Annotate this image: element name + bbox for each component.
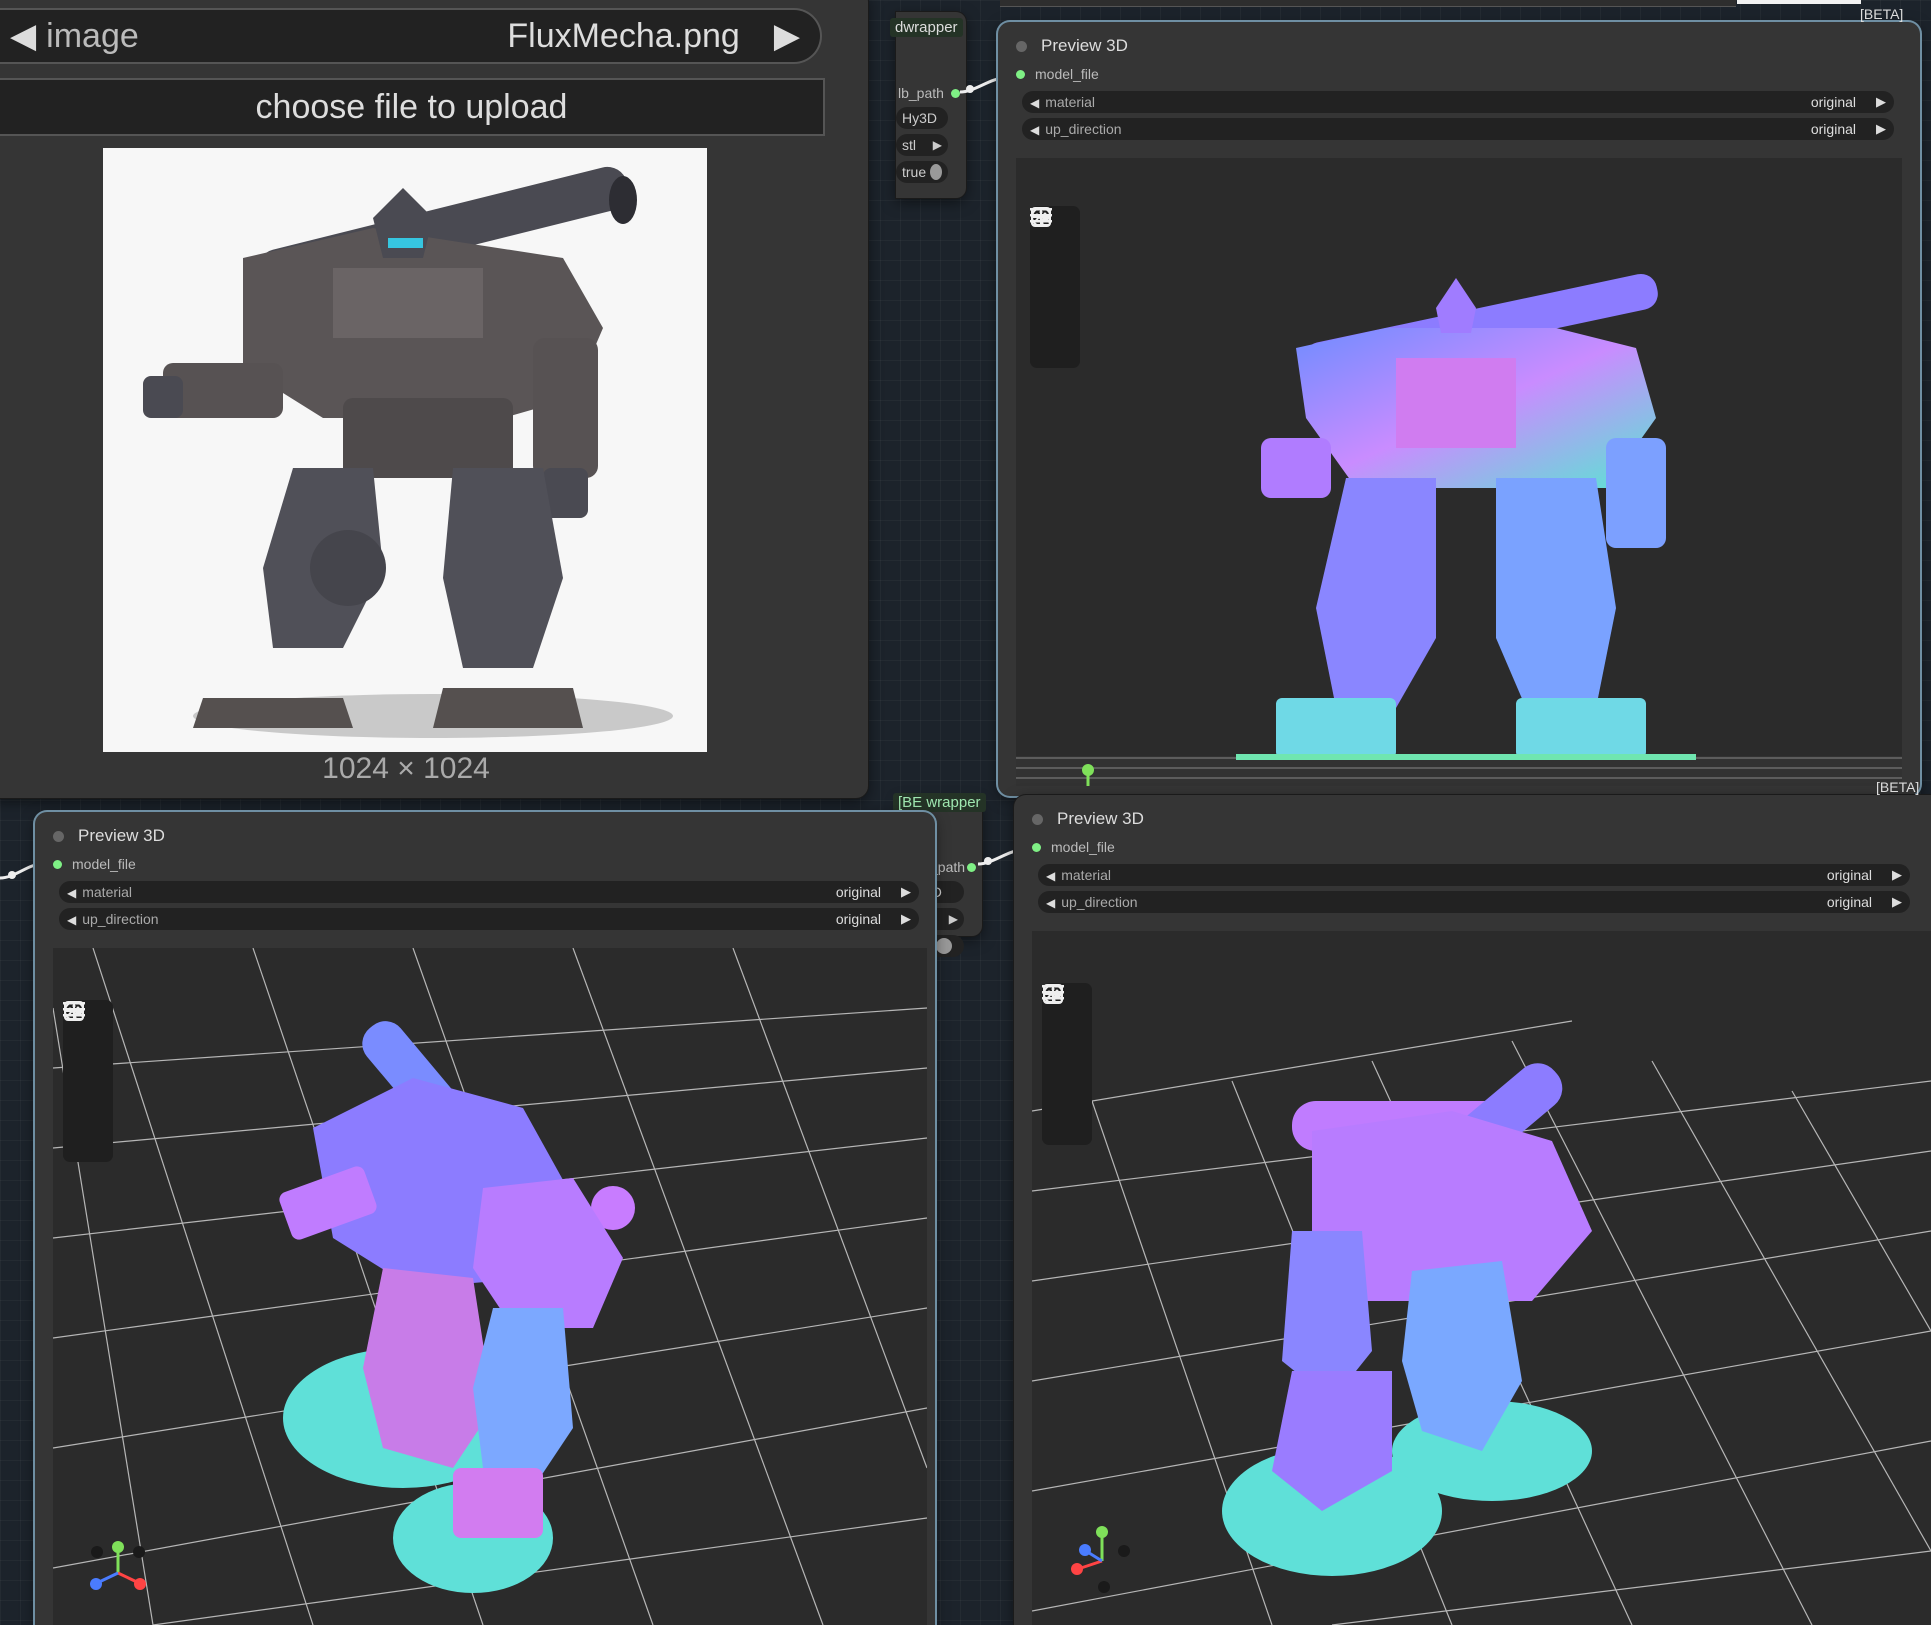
axis-gizmo-icon[interactable] xyxy=(1062,1521,1142,1611)
image-combo[interactable]: ◀ image FluxMecha.png ▶ xyxy=(0,8,822,64)
mecha-reference-image xyxy=(103,148,707,752)
image-icon[interactable] xyxy=(1043,985,1082,1134)
wrapper-top-combo-2[interactable]: stl ▶ xyxy=(896,134,948,156)
model-file-label: model_file xyxy=(1051,839,1115,855)
up-direction-combo-label: up_direction xyxy=(1046,894,1827,910)
node-title-bar[interactable]: Preview 3D xyxy=(1016,36,1128,56)
model-file-input[interactable]: model_file xyxy=(53,856,136,872)
node-title-bar[interactable]: Preview 3D xyxy=(53,826,165,846)
preview-3d-node-2[interactable]: Preview 3D model_file material original … xyxy=(35,812,935,1625)
grid-icon[interactable] xyxy=(1043,984,1082,1061)
up-direction-combo-value: original xyxy=(835,911,881,927)
arrow-right-icon[interactable]: ▶ xyxy=(933,138,942,152)
image-icon[interactable] xyxy=(64,1002,103,1151)
material-combo[interactable]: material original ▶ xyxy=(59,881,919,903)
arrow-right-icon[interactable]: ▶ xyxy=(949,912,958,926)
up-direction-combo[interactable]: up_direction original ▶ xyxy=(59,908,919,930)
material-combo-value: original xyxy=(1810,94,1856,110)
image-icon[interactable] xyxy=(1031,208,1070,357)
model-file-label: model_file xyxy=(72,856,136,872)
arrow-right-icon[interactable]: ▶ xyxy=(901,884,911,900)
arrow-right-icon[interactable]: ▶ xyxy=(1892,867,1902,883)
wrapper-node-bottom-title: [BE wrapper xyxy=(893,793,986,812)
toggle-knob[interactable] xyxy=(935,938,952,954)
node-title: Preview 3D xyxy=(1057,809,1144,828)
viewport-toolbar xyxy=(63,1000,113,1162)
material-combo[interactable]: material original ▶ xyxy=(1038,864,1910,886)
image-combo-value: FluxMecha.png xyxy=(507,16,740,55)
wrapper-top-combo-1-value: Hy3D xyxy=(902,110,938,126)
link-dot[interactable] xyxy=(53,859,62,869)
material-combo-value: original xyxy=(1826,867,1872,883)
wrapper-top-combo-2-value: stl xyxy=(902,137,916,153)
model-file-label: model_file xyxy=(1035,66,1099,82)
up-direction-combo-label: up_direction xyxy=(67,911,836,927)
node-status-dot xyxy=(53,830,64,842)
wrapper-top-combo-1[interactable]: Hy3D xyxy=(896,107,948,129)
arrow-right-icon[interactable]: ▶ xyxy=(901,911,911,927)
arrow-right-icon[interactable]: ▶ xyxy=(1892,894,1902,910)
top-edge-bar xyxy=(1737,0,1861,4)
node-title-bar[interactable]: Preview 3D xyxy=(1032,809,1144,829)
3d-viewport[interactable] xyxy=(1016,158,1902,786)
image-combo-label: image xyxy=(46,16,139,55)
wrapper-bottom-input-label: _path xyxy=(930,859,966,875)
palette-icon[interactable] xyxy=(1031,206,1070,320)
3d-viewport[interactable] xyxy=(53,948,927,1625)
up-direction-combo-value: original xyxy=(1826,894,1872,910)
axis-gizmo-icon[interactable] xyxy=(83,1538,153,1608)
preview-3d-node-1[interactable]: Preview 3D model_file material original … xyxy=(998,22,1920,796)
link-dot[interactable] xyxy=(1032,842,1041,852)
node-title: Preview 3D xyxy=(1041,36,1128,55)
material-combo-label: material xyxy=(67,884,836,900)
link-dot[interactable] xyxy=(1016,69,1025,79)
preview-3d-node-3[interactable]: Preview 3D model_file material original … xyxy=(1014,795,1931,1625)
3d-viewport[interactable] xyxy=(1032,931,1931,1625)
image-dimensions: 1024 × 1024 xyxy=(322,752,490,785)
top-edge-node xyxy=(1000,0,1736,7)
grid-icon[interactable] xyxy=(1031,207,1070,284)
beta-badge-1: [BETA] xyxy=(1860,6,1904,22)
toggle-knob[interactable] xyxy=(930,164,942,180)
wrapper-top-toggle[interactable]: true xyxy=(896,161,948,183)
model-file-input[interactable]: model_file xyxy=(1016,66,1099,82)
model-file-input[interactable]: model_file xyxy=(1032,839,1115,855)
viewport-toolbar xyxy=(1030,206,1080,368)
up-direction-combo[interactable]: up_direction original ▶ xyxy=(1038,891,1910,913)
wrapper-top-toggle-value: true xyxy=(902,164,927,180)
wrapper-top-input-label: lb_path xyxy=(898,85,944,101)
arrow-right-icon[interactable]: ▶ xyxy=(1876,121,1886,137)
node-status-dot xyxy=(1016,40,1027,52)
up-direction-combo-label: up_direction xyxy=(1030,121,1811,137)
wrapper-node-top-title: dwrapper xyxy=(890,18,963,37)
upload-button[interactable]: choose file to upload xyxy=(0,78,825,136)
grid-icon[interactable] xyxy=(64,1001,103,1078)
palette-icon[interactable] xyxy=(64,1000,103,1114)
palette-icon[interactable] xyxy=(1043,983,1082,1097)
load-image-node[interactable]: ◀ image FluxMecha.png ▶ choose file to u… xyxy=(0,0,868,798)
material-combo-label: material xyxy=(1046,867,1827,883)
link-dot[interactable] xyxy=(967,863,976,872)
node-status-dot xyxy=(1032,813,1043,825)
viewport-toolbar xyxy=(1042,983,1092,1145)
material-combo[interactable]: material original ▶ xyxy=(1022,91,1894,113)
link-dot[interactable] xyxy=(951,89,960,98)
material-combo-label: material xyxy=(1030,94,1811,110)
up-direction-combo-value: original xyxy=(1810,121,1856,137)
material-combo-value: original xyxy=(835,884,881,900)
arrow-right-icon[interactable]: ▶ xyxy=(1876,94,1886,110)
beta-badge-3: [BETA] xyxy=(1876,779,1920,795)
arrow-right-icon[interactable]: ▶ xyxy=(764,16,810,56)
arrow-left-icon[interactable]: ◀ xyxy=(0,16,46,56)
node-title: Preview 3D xyxy=(78,826,165,845)
up-direction-combo[interactable]: up_direction original ▶ xyxy=(1022,118,1894,140)
